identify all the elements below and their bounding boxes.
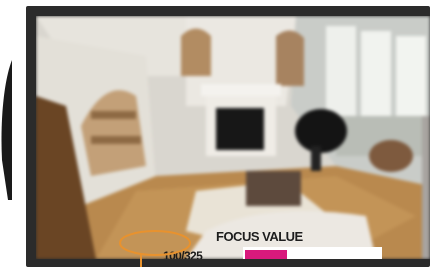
camera-live-view: FOCUS VALUE 100/325 [36,16,430,259]
adjacent-device-edge [1,60,12,200]
focus-value-label: FOCUS VALUE [216,229,303,244]
focus-value-readout: 100/325 [163,249,203,259]
focus-value-bar [243,247,382,259]
product-photo: FOCUS VALUE 100/325 [0,0,430,267]
focus-value-bar-fill [245,250,287,259]
room-image [36,16,430,259]
monitor-frame: FOCUS VALUE 100/325 [26,6,430,267]
